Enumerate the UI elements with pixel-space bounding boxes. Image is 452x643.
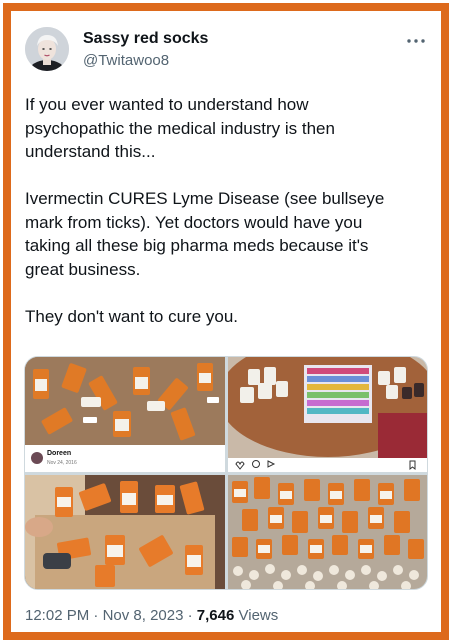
embedded-caption-date: Nov 24, 2016	[47, 460, 77, 466]
embedded-caption-name: Doreen	[47, 450, 71, 457]
avatar[interactable]	[25, 27, 69, 71]
author-display-name[interactable]: Sassy red socks	[83, 30, 208, 48]
more-options-button[interactable]	[405, 33, 427, 49]
tweet-date[interactable]: Nov 8, 2023	[103, 607, 184, 624]
tweet-time[interactable]: 12:02 PM	[25, 607, 89, 624]
media-photo-box-of-bottles[interactable]	[25, 475, 225, 589]
views-count[interactable]: 7,646	[197, 607, 235, 624]
tweet-text: If you ever wanted to understand how psy…	[25, 93, 430, 328]
tweet-paragraph: If you ever wanted to understand how psy…	[25, 95, 335, 161]
media-photo-pill-organizer[interactable]	[228, 357, 427, 472]
tweet-paragraph: They don't want to cure you.	[25, 306, 239, 326]
meta-separator: ·	[183, 607, 197, 624]
views-label: Views	[234, 607, 279, 624]
tweet-meta: 12:02 PM · Nov 8, 2023 · 7,646 Views	[25, 607, 278, 624]
tweet-paragraph: Ivermectin CURES Lyme Disease (see bulls…	[25, 189, 385, 279]
author-handle[interactable]: @Twitawoo8	[83, 52, 169, 69]
meta-separator: ·	[89, 607, 103, 624]
profile-photo-icon	[25, 27, 69, 71]
image-border: Sassy red socks @Twitawoo8 If you ever w…	[3, 3, 449, 640]
media-photo-pill-bottles-pile[interactable]: Doreen Nov 24, 2016	[25, 357, 225, 472]
tweet-card: Sassy red socks @Twitawoo8 If you ever w…	[11, 11, 441, 632]
media-photo-rows-of-bottles[interactable]	[228, 475, 427, 589]
media-grid: Doreen Nov 24, 2016	[24, 356, 428, 590]
more-horizontal-icon	[407, 39, 425, 43]
